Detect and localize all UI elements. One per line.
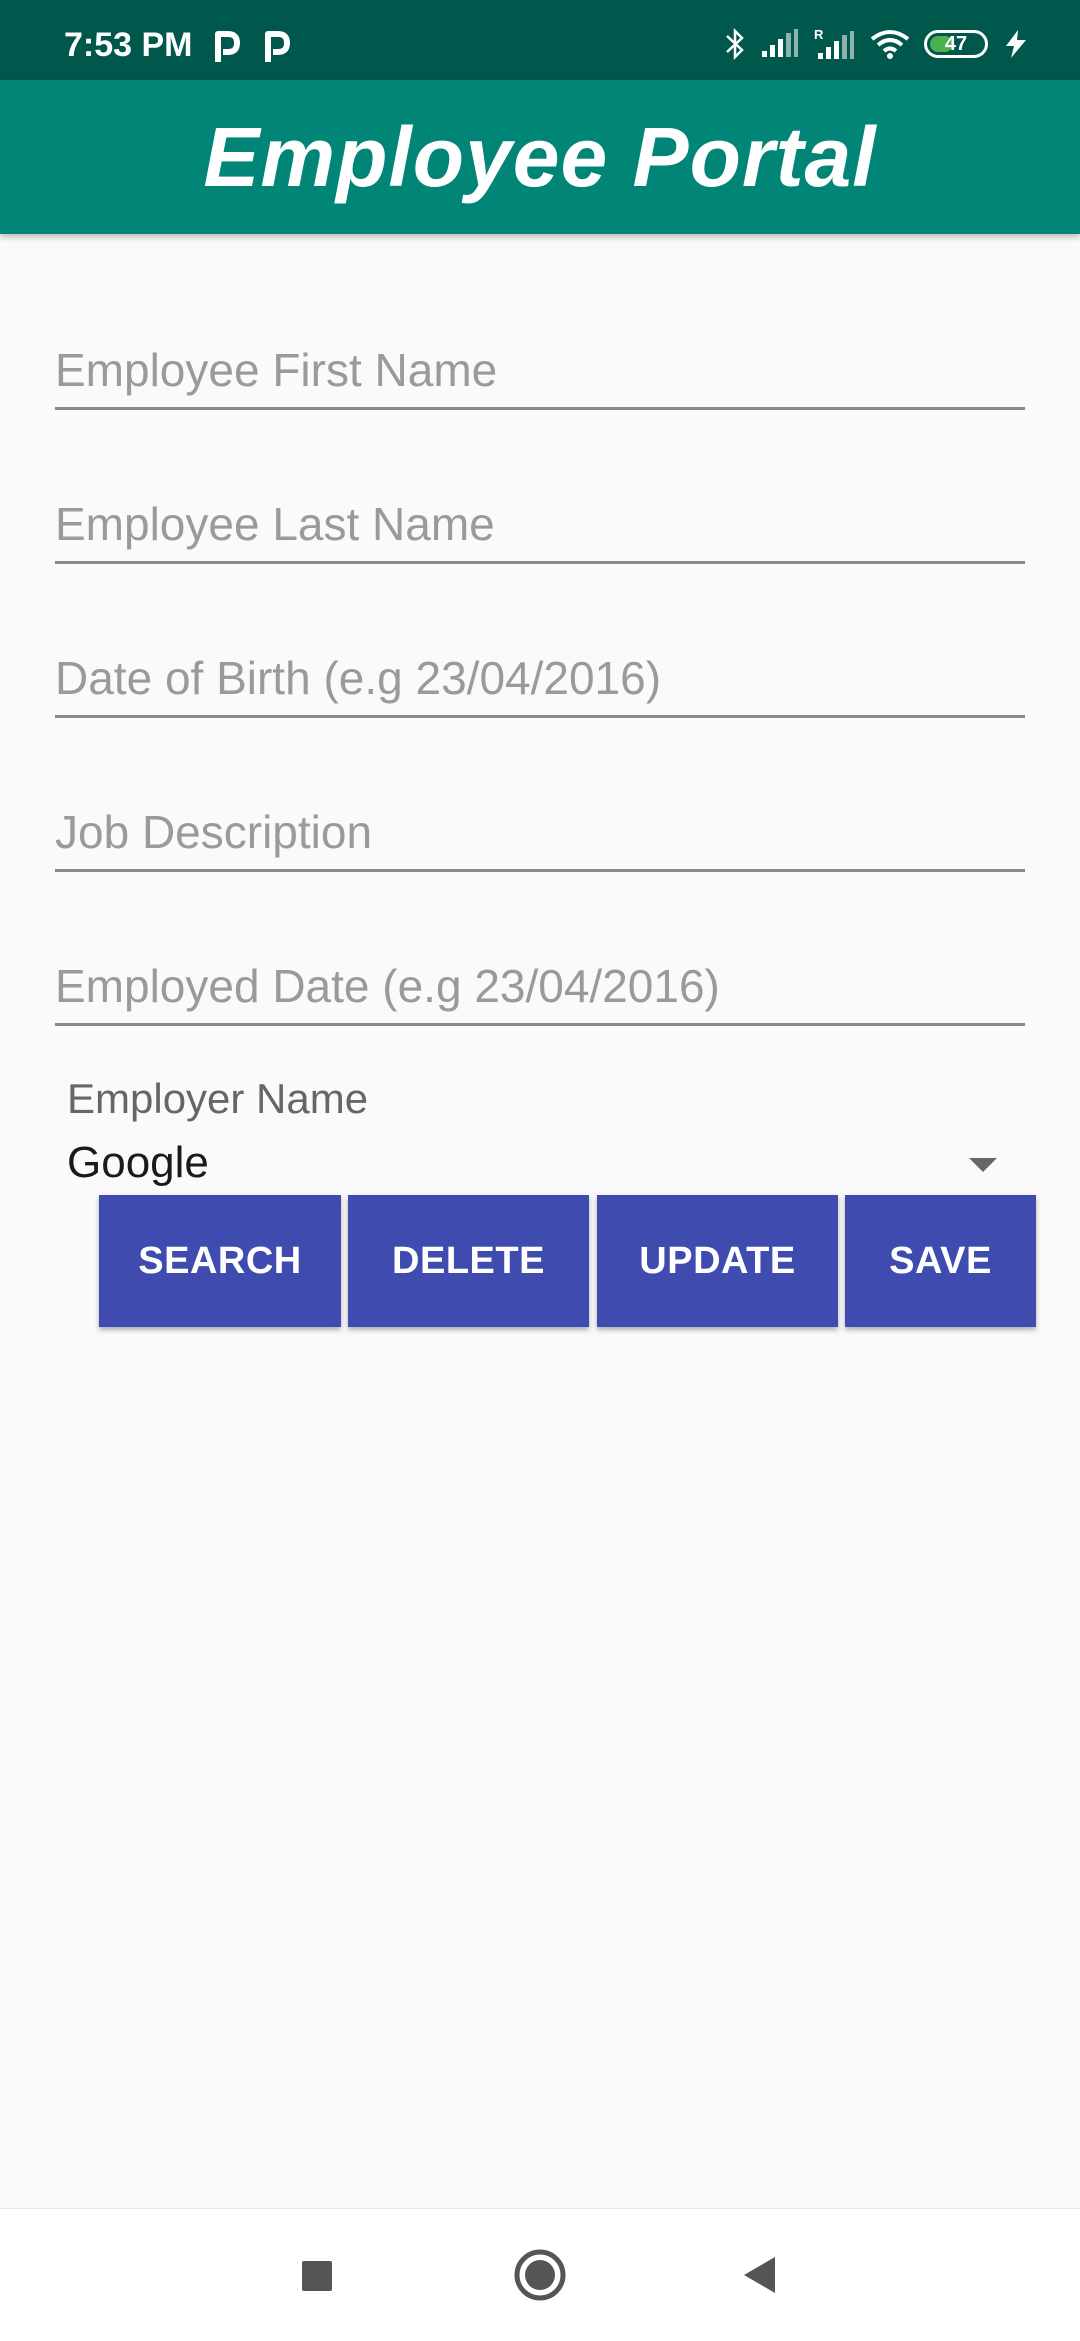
charging-icon [1006,30,1026,58]
p-app-icon [215,31,240,62]
p-app-icon [265,31,290,62]
svg-text:R: R [814,27,824,42]
dob-field[interactable] [55,618,1025,718]
update-button[interactable]: UPDATE [597,1195,838,1327]
status-bar: 7:53 PM R 47 [0,0,1080,80]
dob-input[interactable] [55,651,1025,705]
dropdown-arrow-icon [969,1158,997,1172]
signal-roaming-icon: R [814,27,854,59]
wifi-icon [870,30,910,59]
job-description-input[interactable] [55,805,1025,859]
navigation-bar [0,2208,1080,2341]
back-icon[interactable] [730,2245,790,2305]
search-button[interactable]: SEARCH [99,1195,341,1327]
last-name-input[interactable] [55,497,1025,551]
status-time: 7:53 PM [64,26,193,64]
delete-button[interactable]: DELETE [348,1195,589,1327]
employed-date-field[interactable] [55,926,1025,1026]
employer-spinner[interactable]: Google [67,1130,997,1200]
recents-icon[interactable] [286,2245,346,2305]
battery-icon: 47 [924,30,988,58]
home-icon[interactable] [510,2245,570,2305]
employed-date-input[interactable] [55,959,1025,1013]
app-bar: Employee Portal [0,80,1080,234]
last-name-field[interactable] [55,464,1025,564]
app-title: Employee Portal [203,109,877,204]
battery-level: 47 [944,32,968,55]
first-name-field[interactable] [55,310,1025,410]
save-button[interactable]: SAVE [845,1195,1036,1327]
employer-label: Employer Name [67,1075,369,1122]
bluetooth-icon [726,27,744,61]
signal-icon [762,29,798,57]
first-name-input[interactable] [55,343,1025,397]
employer-value: Google [67,1138,209,1187]
status-icons: R 47 [724,24,1030,64]
job-description-field[interactable] [55,772,1025,872]
